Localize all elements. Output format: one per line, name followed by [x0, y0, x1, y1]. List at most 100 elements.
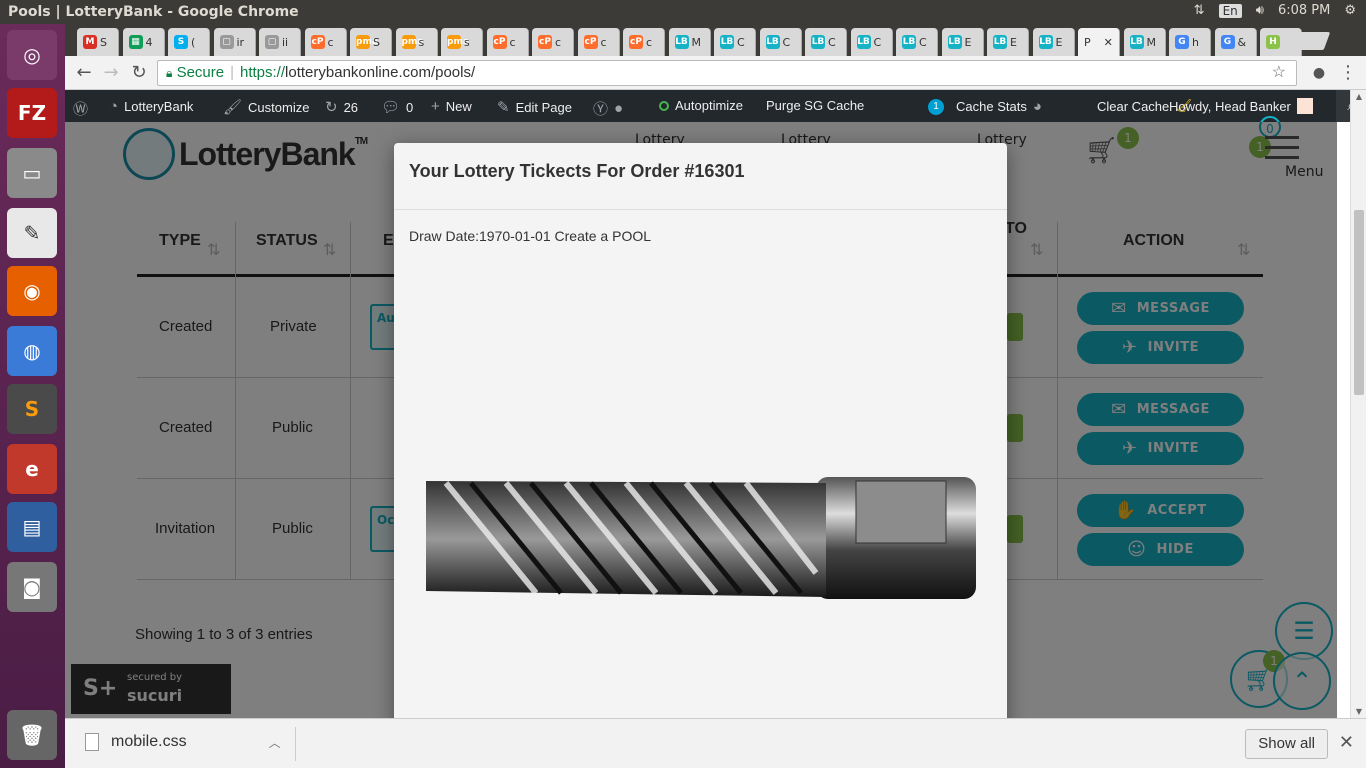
browser-tab[interactable]: S( [168, 28, 210, 56]
browser-tab[interactable]: ▢ ii [259, 28, 301, 56]
sublime-text-icon[interactable]: S [7, 384, 57, 434]
tab-favicon-icon: cP [583, 35, 598, 49]
wp-admin-bar: Ⓦ ◔ LotteryBank 🖌︎ Customize ↻ 26 💬︎ 0 + New … [65, 90, 1366, 122]
chevron-up-icon[interactable]: ︿ [269, 734, 281, 751]
browser-tab[interactable]: ▢ ir [213, 28, 256, 56]
browser-tab[interactable]: Gh [1169, 28, 1211, 56]
browser-tab[interactable]: cP c [304, 28, 347, 56]
browser-tab[interactable]: ▦ 4 [122, 28, 165, 56]
tab-favicon-icon: H [1266, 35, 1280, 49]
back-icon[interactable]: ← [73, 62, 95, 84]
close-icon[interactable]: ✕ [1339, 732, 1354, 753]
browser-tab[interactable]: LB C [759, 28, 802, 56]
reload-icon[interactable]: ↻ [128, 62, 150, 84]
tab-label: c [600, 35, 607, 49]
tab-label: S [100, 35, 107, 49]
browser-tab[interactable]: LB E [987, 28, 1029, 56]
download-filename: mobile.css [111, 733, 187, 750]
wordpress-logo-icon[interactable]: Ⓦ [73, 98, 88, 119]
camera-icon[interactable]: ◙ [7, 562, 57, 612]
browser-tab[interactable]: LB C [714, 28, 756, 56]
browser-tab[interactable]: LB E [941, 28, 984, 56]
tab-favicon-icon: LB [993, 35, 1007, 49]
tab-label: 4 [145, 35, 153, 49]
browser-tab[interactable]: LB M [668, 28, 711, 56]
browser-tab[interactable]: cP c [577, 28, 620, 56]
files-icon[interactable]: ▭ [7, 148, 57, 198]
tab-label: C [873, 35, 882, 49]
browser-tab[interactable]: pma S [350, 28, 392, 56]
url-scheme: https:// [240, 64, 286, 81]
download-shelf: mobile.css ︿ Show all ✕ [65, 718, 1366, 768]
wp-updates-link[interactable]: ↻ 26 [325, 98, 358, 116]
tab-favicon-icon: LB [674, 35, 689, 49]
forward-icon[interactable]: → [100, 62, 122, 84]
tickets-modal: Your Lottery Tickects For Order #16301 D… [394, 143, 1007, 718]
os-top-bar: Pools | LotteryBank - Google Chrome ⇅ En… [0, 0, 1366, 24]
filezilla-icon[interactable]: FZ [7, 88, 57, 138]
tab-favicon-icon: cP [310, 35, 325, 49]
address-bar[interactable]: 🔒︎ Secure | https://lotterybankonline.com/… [157, 60, 1297, 86]
browser-tab[interactable]: MS [77, 28, 119, 56]
pie-chart-icon: ◕ [1032, 98, 1042, 115]
chrome-menu-icon[interactable]: ⋮ [1337, 62, 1359, 84]
browser-tab[interactable]: P ✕ [1078, 28, 1120, 56]
tab-favicon-icon: LB [811, 35, 825, 49]
browser-tab[interactable]: pma s [395, 28, 438, 56]
browser-tab[interactable]: G & [1214, 28, 1257, 56]
new-tab-button[interactable] [1293, 32, 1331, 50]
browser-tab[interactable]: LB C [896, 28, 938, 56]
tab-label: ii [282, 35, 289, 49]
wp-edit-page-link[interactable]: ✎ Edit Page [497, 98, 572, 116]
tab-favicon-icon: ▦ [128, 35, 143, 49]
browser-tab[interactable]: LB C [805, 28, 847, 56]
wp-cache-stats-link[interactable]: 1 Cache Stats ◕ [928, 98, 1042, 115]
writer-icon[interactable]: ▤ [7, 502, 57, 552]
tab-favicon-icon: G [1175, 35, 1189, 49]
browser-tab[interactable]: cP c [486, 28, 529, 56]
scroll-thumb[interactable] [1354, 210, 1364, 395]
wp-comments-link[interactable]: 💬︎ 0 [381, 98, 413, 116]
document-viewer-icon[interactable]: e [7, 444, 57, 494]
browser-tab[interactable]: cP c [623, 28, 665, 56]
scroll-up-icon[interactable]: ▲ [1351, 92, 1366, 101]
browser-tab[interactable]: cP c [532, 28, 574, 56]
download-item[interactable]: mobile.css ︿ [85, 733, 281, 751]
tab-close-icon[interactable]: ✕ [1104, 36, 1113, 49]
dashboard-icon: ◔ [109, 98, 119, 115]
wp-new-link[interactable]: + New [431, 98, 472, 115]
browser-tab[interactable]: pma s [441, 28, 483, 56]
extension-icon[interactable]: ● [1308, 62, 1330, 84]
wp-purge-cache-link[interactable]: Purge SG Cache [766, 98, 864, 113]
wp-autoptimize-link[interactable]: Autoptimize [659, 98, 743, 113]
scroll-down-icon[interactable]: ▼ [1351, 707, 1366, 716]
yoast-icon[interactable]: Ⓨ ● [593, 98, 623, 119]
browser-tab[interactable]: LB E [1032, 28, 1075, 56]
trash-icon[interactable]: 🗑︎ [7, 710, 57, 760]
tab-label: P [1084, 35, 1091, 49]
bookmark-star-icon[interactable]: ☆ [1272, 61, 1286, 85]
page-viewport: Ⓦ ◔ LotteryBank 🖌︎ Customize ↻ 26 💬︎ 0 + New … [65, 90, 1366, 718]
wp-account-menu[interactable]: Howdy, Head Banker [1169, 98, 1313, 114]
page-scrollbar[interactable]: ▲ ▼ [1350, 90, 1366, 718]
tab-favicon-icon: LB [765, 35, 780, 49]
browser-tab[interactable]: LB C [850, 28, 893, 56]
chrome-icon[interactable]: ◍ [7, 326, 57, 376]
network-icon[interactable]: ⇅ [1194, 3, 1205, 18]
avatar [1296, 98, 1313, 114]
firefox-icon[interactable]: ◉ [7, 266, 57, 316]
browser-tab[interactable]: LB M [1123, 28, 1166, 56]
browser-toolbar: ← → ↻ 🔒︎ Secure | https://lotterybankonlin… [65, 56, 1366, 90]
ubuntu-dash-icon[interactable]: ◎ [7, 30, 57, 80]
clock[interactable]: 6:08 PM [1278, 3, 1330, 18]
wp-site-link[interactable]: ◔ LotteryBank [109, 98, 193, 115]
tab-label: s [464, 35, 470, 49]
keyboard-layout-indicator[interactable]: En [1218, 3, 1242, 18]
tab-favicon-icon: M [83, 35, 97, 49]
show-all-button[interactable]: Show all [1245, 729, 1328, 759]
settings-gear-icon[interactable]: ⚙ [1344, 3, 1356, 18]
wp-customize-link[interactable]: 🖌︎ Customize [223, 98, 309, 116]
app-launcher: ◎ FZ ▭ ✎ ◉ ◍ S e ▤ ◙ 🗑︎ [0, 24, 65, 768]
text-editor-icon[interactable]: ✎ [7, 208, 57, 258]
volume-icon[interactable]: 🔊︎ [1256, 3, 1264, 18]
